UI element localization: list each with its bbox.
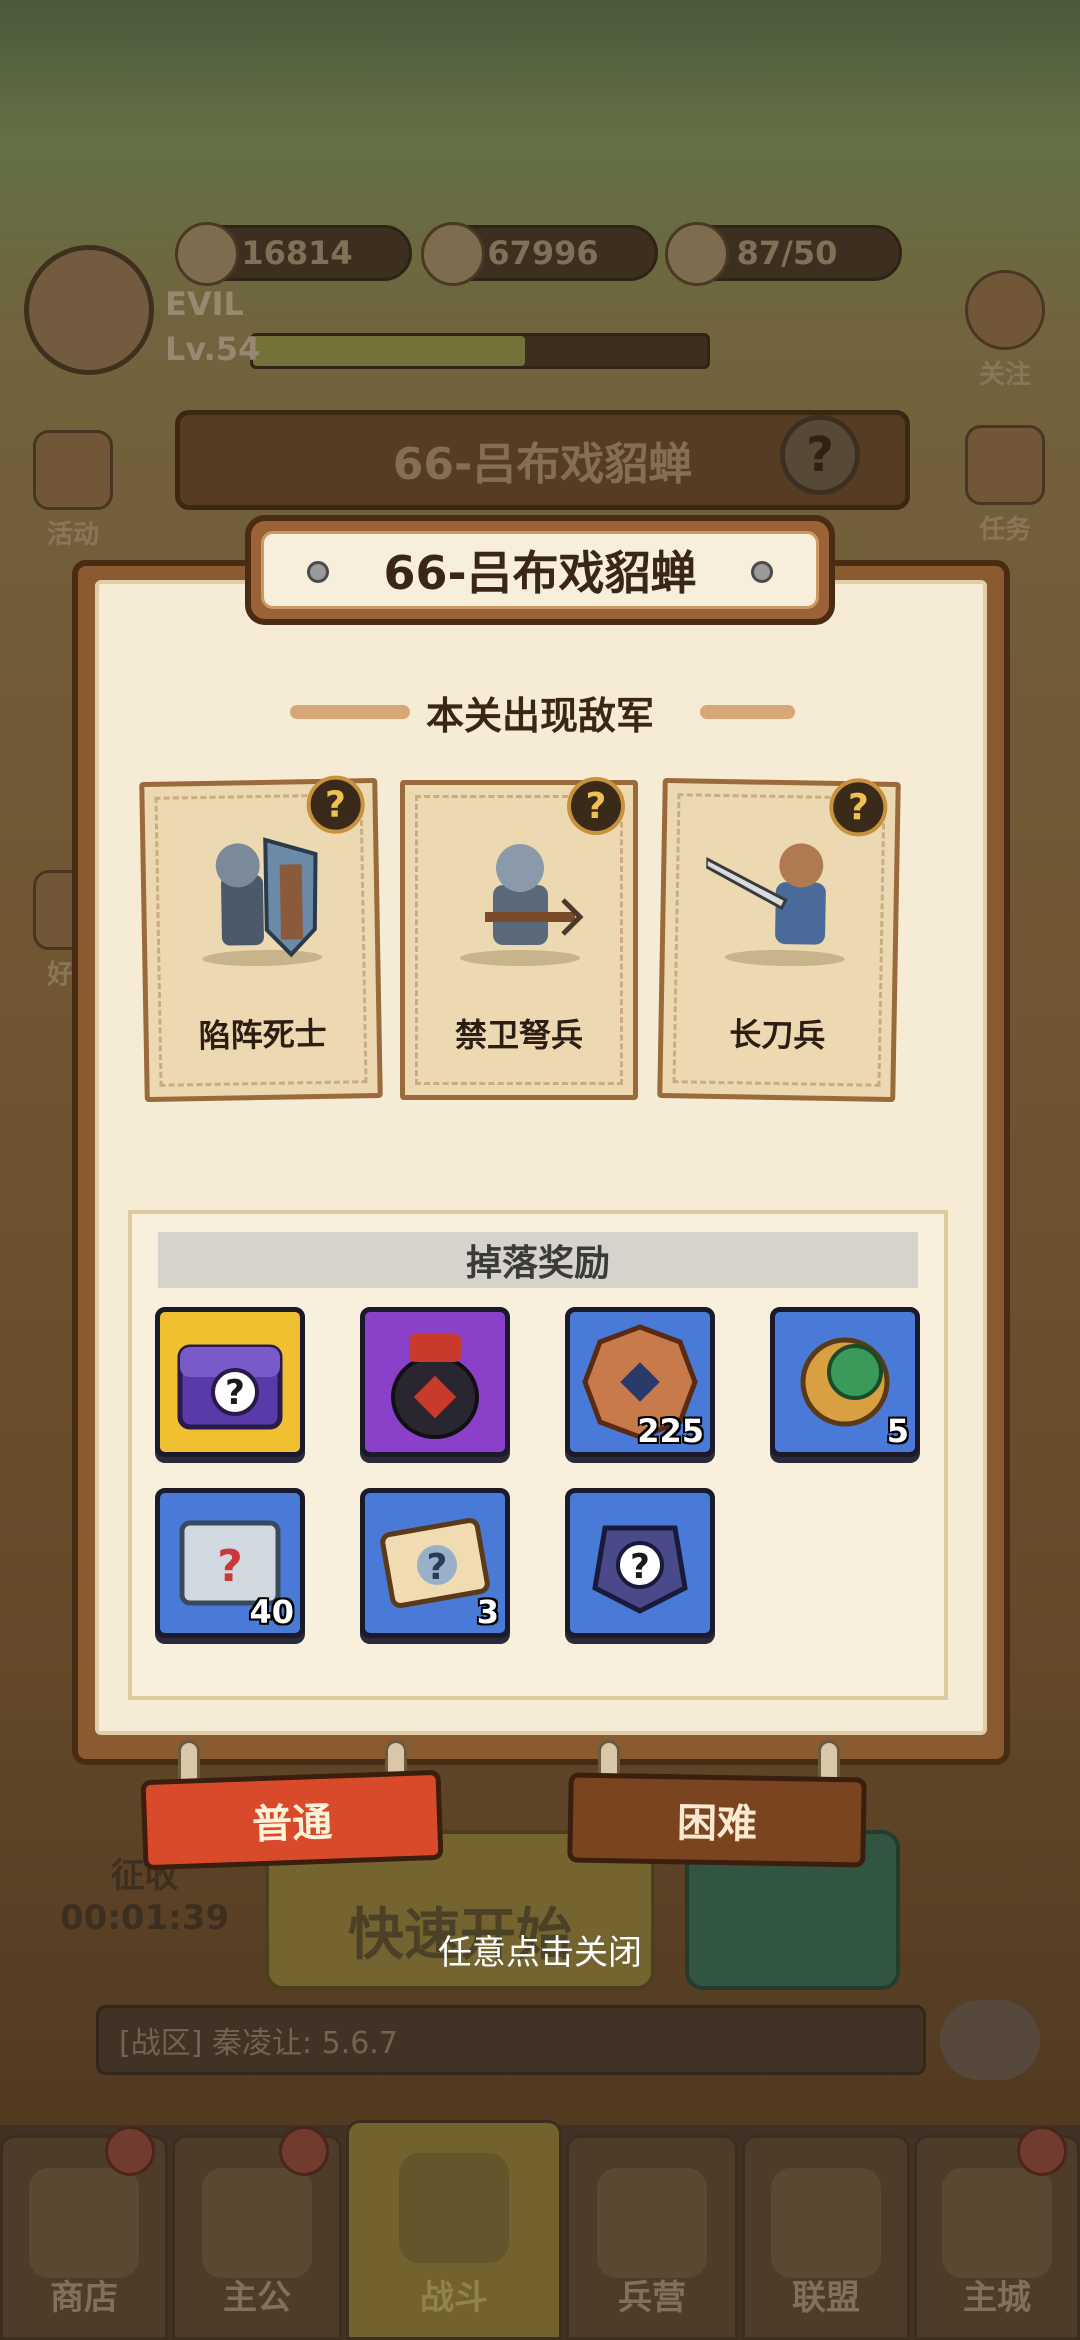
hard-label: 困难 xyxy=(676,1800,758,1848)
mystery-chest-icon: ? xyxy=(177,1344,283,1430)
reward-item[interactable]: ? 40 xyxy=(155,1488,305,1638)
normal-label: 普通 xyxy=(251,1799,333,1849)
rivet-icon xyxy=(307,561,329,583)
svg-text:?: ? xyxy=(225,1373,245,1413)
enemy-name: 长刀兵 xyxy=(729,1015,826,1055)
svg-text:?: ? xyxy=(217,1541,243,1592)
enemy-name: 陷阵死士 xyxy=(198,1014,327,1056)
rivet-icon xyxy=(751,561,773,583)
enemy-card[interactable]: 禁卫弩兵 ? xyxy=(400,777,638,1100)
enemy-card[interactable]: 长刀兵 ? xyxy=(657,777,901,1103)
reward-item[interactable]: ? xyxy=(155,1307,305,1457)
dialog-title: 66-吕布戏貂蝉 xyxy=(383,546,697,600)
help-question-icon[interactable]: ? xyxy=(567,777,625,835)
close-hint[interactable]: 任意点击关闭 xyxy=(0,1925,1080,1974)
blade-soldier-icon xyxy=(704,843,845,967)
shield-soldier-icon xyxy=(202,837,323,967)
item-count: 40 xyxy=(249,1593,294,1631)
svg-text:?: ? xyxy=(427,1547,448,1588)
dialog-title-plate: 66-吕布戏貂蝉 xyxy=(245,515,835,625)
enemies-heading: 本关出现敌军 xyxy=(425,694,654,738)
wine-jar-icon xyxy=(391,1334,479,1439)
enemy-card[interactable]: 陷阵死士 ? xyxy=(139,775,383,1103)
reward-item[interactable] xyxy=(360,1307,510,1457)
normal-difficulty-button[interactable]: 普通 xyxy=(140,1769,444,1871)
reward-item[interactable]: 5 xyxy=(770,1307,920,1457)
item-count: 225 xyxy=(637,1412,704,1450)
enemy-name: 禁卫弩兵 xyxy=(454,1016,583,1054)
reward-item[interactable]: ? xyxy=(565,1488,715,1638)
reward-item[interactable]: ? 3 xyxy=(360,1488,510,1638)
crossbowman-icon xyxy=(460,844,584,966)
mystery-armor-icon: ? xyxy=(592,1525,688,1614)
rewards-heading: 掉落奖励 xyxy=(158,1232,918,1288)
hard-difficulty-button[interactable]: 困难 xyxy=(567,1772,867,1868)
svg-text:?: ? xyxy=(630,1547,650,1587)
reward-item[interactable]: 225 xyxy=(565,1307,715,1457)
item-count: 3 xyxy=(476,1593,499,1631)
item-count: 5 xyxy=(886,1412,909,1450)
rewards-heading-label: 掉落奖励 xyxy=(465,1243,610,1284)
